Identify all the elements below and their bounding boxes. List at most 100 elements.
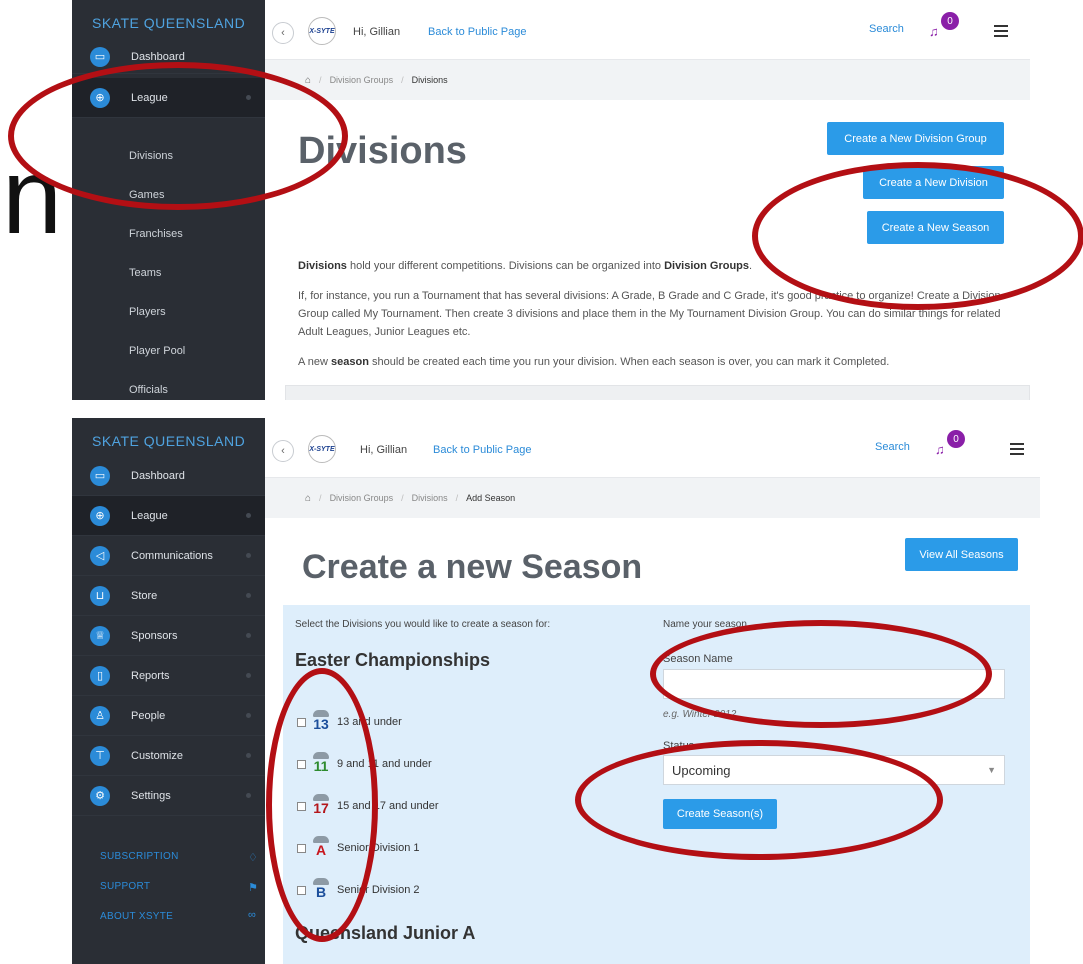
globe-icon: ⊕ [90, 505, 110, 526]
monitor-icon: ▭ [90, 465, 110, 486]
sidebar-subitem-teams[interactable]: Teams [129, 267, 161, 279]
sidebar-item-people[interactable]: ♙ People [72, 696, 265, 736]
brand-title: SKATE QUEENSLAND [92, 15, 246, 31]
division-label: 13 and under [337, 716, 402, 728]
status-select[interactable]: Upcoming ▼ [663, 755, 1005, 785]
jr-division-icon: 11 [310, 752, 332, 776]
sidebar: SKATE QUEENSLAND ▭ Dashboard ⊕ League Di… [72, 0, 265, 400]
division-checkbox[interactable] [297, 843, 306, 853]
division-row-17[interactable]: 17 15 and 17 and under [297, 794, 439, 818]
division-checkbox[interactable] [297, 759, 306, 769]
sidebar-subitem-player-pool[interactable]: Player Pool [129, 345, 185, 357]
sidebar-item-label: Reports [131, 669, 170, 682]
menu-icon[interactable] [1010, 443, 1024, 455]
jr-division-icon: 17 [310, 794, 332, 818]
monitor-icon: ▭ [90, 46, 110, 67]
globe-icon: ⊕ [90, 87, 110, 108]
sidebar-item-reports[interactable]: ▯ Reports [72, 656, 265, 696]
division-checkbox[interactable] [297, 885, 306, 895]
create-division-group-button[interactable]: Create a New Division Group [827, 122, 1004, 155]
brand-title: SKATE QUEENSLAND [92, 433, 246, 449]
season-name-hint: e.g. Winter 2012 [663, 709, 737, 720]
season-name-input[interactable] [663, 669, 1005, 699]
breadcrumb: ⌂ / Division Groups / Divisions / Add Se… [265, 478, 1040, 518]
sidebar-item-settings[interactable]: ⚙ Settings [72, 776, 265, 816]
page-title: Divisions [298, 130, 467, 172]
division-checkbox[interactable] [297, 717, 306, 727]
expand-dot-icon [246, 793, 251, 798]
sidebar-item-label: Customize [131, 749, 183, 762]
senior-division-icon: B [310, 878, 332, 902]
main-content: Divisions Create a New Division Group Cr… [265, 100, 1030, 400]
create-division-button[interactable]: Create a New Division [863, 166, 1004, 199]
sidebar-item-dashboard[interactable]: ▭ Dashboard [72, 456, 265, 496]
breadcrumb-divisions[interactable]: Divisions [412, 493, 448, 503]
sidebar-subitem-officials[interactable]: Officials [129, 384, 168, 396]
thumbs-down-icon: ♢ [248, 852, 258, 864]
sidebar-item-customize[interactable]: ⊤ Customize [72, 736, 265, 776]
division-label: 15 and 17 and under [337, 800, 439, 812]
top-bar: ‹ X-SYTE Hi, Gillian Back to Public Page… [265, 418, 1040, 478]
create-season-form: Select the Divisions you would like to c… [283, 605, 1030, 964]
home-icon[interactable]: ⌂ [305, 493, 311, 504]
sidebar-item-dashboard[interactable]: ▭ Dashboard [72, 40, 265, 74]
sidebar-item-communications[interactable]: ◁ Communications [72, 536, 265, 576]
subscription-link[interactable]: SUBSCRIPTION [100, 851, 179, 862]
menu-icon[interactable] [994, 25, 1008, 37]
sidebar-item-sponsors[interactable]: ♕ Sponsors [72, 616, 265, 656]
annotation-letter: n [2, 135, 63, 256]
sidebar-item-league[interactable]: ⊕ League [72, 78, 265, 118]
search-link[interactable]: Search [869, 23, 904, 35]
create-seasons-button[interactable]: Create Season(s) [663, 799, 777, 829]
breadcrumb-division-groups[interactable]: Division Groups [330, 493, 394, 503]
name-season-label: Name your season [663, 619, 747, 630]
division-row-senior-1[interactable]: A Senior Division 1 [297, 836, 420, 860]
notification-badge: 0 [947, 430, 965, 448]
sidebar-subitem-franchises[interactable]: Franchises [129, 228, 183, 240]
division-checkbox[interactable] [297, 801, 306, 811]
division-row-11[interactable]: 11 9 and 11 and under [297, 752, 432, 776]
status-label: Status [663, 740, 695, 752]
support-link[interactable]: SUPPORT [100, 881, 150, 892]
sidebar-subitem-players[interactable]: Players [129, 306, 166, 318]
create-season-screenshot: SKATE QUEENSLAND ▭ Dashboard ⊕ League ◁ … [72, 418, 1040, 964]
home-icon[interactable]: ⌂ [305, 75, 311, 86]
search-link[interactable]: Search [875, 441, 910, 453]
breadcrumb-divisions: Divisions [411, 75, 448, 85]
back-to-public-link[interactable]: Back to Public Page [428, 26, 526, 38]
division-row-senior-2[interactable]: B Senior Division 2 [297, 878, 420, 902]
sidebar-subitem-games[interactable]: Games [129, 189, 164, 201]
flag-icon: ⚑ [248, 882, 258, 894]
sidebar-item-label: League [131, 91, 168, 104]
division-row-13[interactable]: 13 13 and under [297, 710, 402, 734]
collapse-sidebar-button[interactable]: ‹ [272, 440, 294, 462]
create-season-button[interactable]: Create a New Season [867, 211, 1004, 244]
season-name-label: Season Name [663, 653, 733, 665]
divisions-table-header [285, 385, 1030, 400]
back-to-public-link[interactable]: Back to Public Page [433, 444, 531, 456]
sidebar-item-store[interactable]: ⊔ Store [72, 576, 265, 616]
sidebar-subitem-divisions[interactable]: Divisions [129, 150, 173, 162]
gear-icon: ⚙ [90, 785, 110, 806]
status-value: Upcoming [672, 762, 731, 778]
bell-icon[interactable]: ♫ [935, 442, 945, 457]
sidebar-item-label: People [131, 709, 166, 722]
expand-dot-icon [246, 95, 251, 100]
bell-icon[interactable]: ♫ [929, 24, 939, 39]
comparison-figure: n SKATE QUEENSLAND ▭ Dashboard ⊕ League … [0, 0, 1083, 964]
sidebar-item-label: Store [131, 589, 158, 602]
sidebar-item-label: Dashboard [131, 469, 185, 482]
xsyte-logo: X-SYTE [308, 17, 336, 45]
division-label: Senior Division 2 [337, 884, 420, 896]
about-xsyte-link[interactable]: ABOUT XSYTE [100, 911, 173, 922]
example-paragraph: If, for instance, you run a Tournament t… [298, 290, 1001, 338]
document-icon: ▯ [90, 665, 110, 686]
collapse-sidebar-button[interactable]: ‹ [272, 22, 294, 44]
notification-badge: 0 [941, 12, 959, 30]
sidebar-item-league[interactable]: ⊕ League [72, 496, 265, 536]
expand-dot-icon [246, 713, 251, 718]
sidebar-item-label: Sponsors [131, 629, 178, 642]
breadcrumb-division-groups[interactable]: Division Groups [330, 75, 394, 85]
division-label: Senior Division 1 [337, 842, 420, 854]
view-all-seasons-button[interactable]: View All Seasons [905, 538, 1018, 571]
